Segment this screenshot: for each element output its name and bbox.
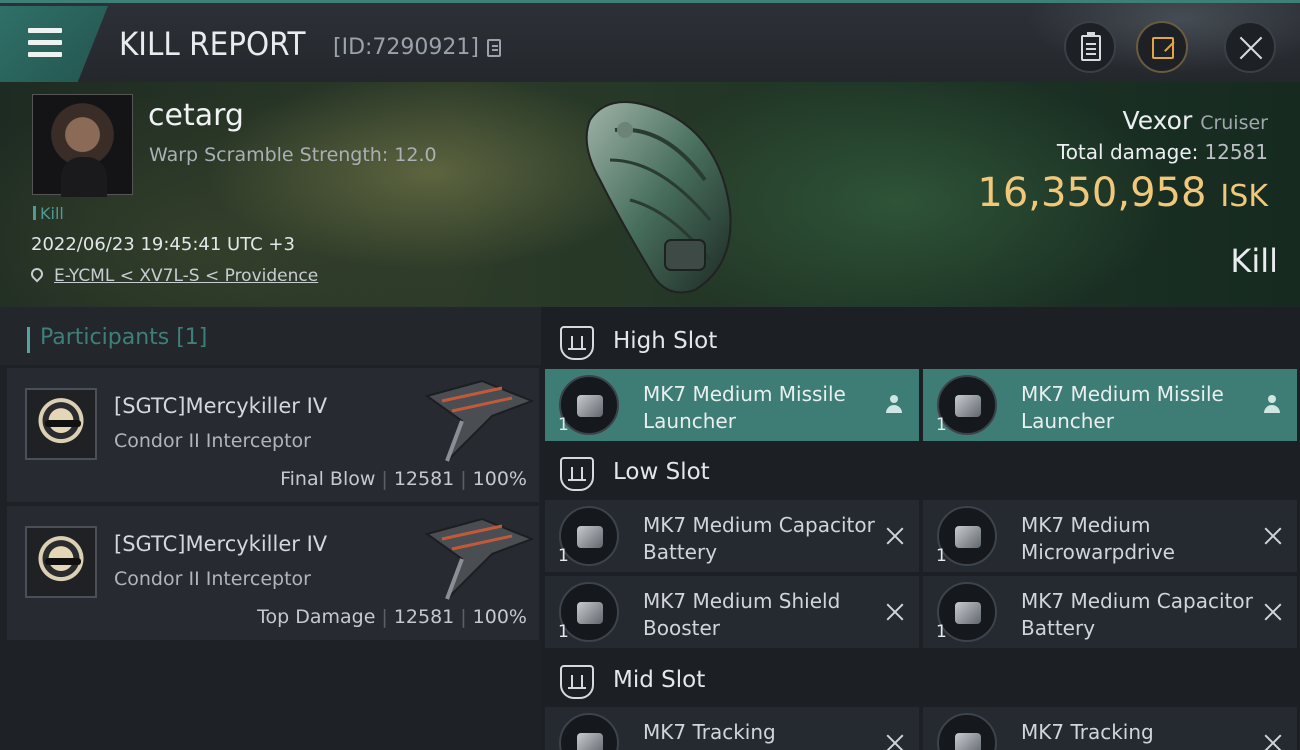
participant-avatar[interactable] xyxy=(25,526,97,598)
participant-name: [SGTC]Mercykiller IV xyxy=(114,394,328,418)
tracking-computer-icon xyxy=(937,713,997,750)
header-bar: KILL REPORT [ID:7290921] xyxy=(0,0,1300,83)
participant-damage: 12581 xyxy=(393,606,455,628)
module-name: MK7 Medium Capacitor Battery xyxy=(643,513,875,564)
participant-ship-image[interactable] xyxy=(422,514,537,604)
victim-banner: cetarg Warp Scramble Strength: 12.0 Kill… xyxy=(0,82,1300,307)
module-quantity: 1 xyxy=(936,622,947,642)
module-name: MK7 Medium Microwarpdrive xyxy=(1021,513,1175,564)
high-slot-header: High Slot xyxy=(541,310,1300,372)
total-damage-label: Total damage: xyxy=(1056,140,1199,164)
mid-slot-icon xyxy=(560,665,594,699)
participants-panel: Participants [1] [SGTC]Mercykiller IV Co… xyxy=(0,307,541,750)
close-icon xyxy=(1238,35,1264,61)
victim-name[interactable]: cetarg xyxy=(148,98,244,133)
destroyed-x-icon xyxy=(885,733,905,750)
high-slot-module[interactable]: 1 MK7 Medium Missile Launcher xyxy=(545,369,919,441)
module-quantity: 1 xyxy=(558,546,569,566)
isk-unit: ISK xyxy=(1220,179,1268,214)
clipboard-button[interactable] xyxy=(1064,21,1116,73)
module-name: MK7 Tracking xyxy=(643,720,776,744)
kill-tag: Kill xyxy=(33,204,64,223)
mid-slot-module[interactable]: 1 MK7 Tracking xyxy=(545,707,919,750)
mid-slot-title: Mid Slot xyxy=(613,667,706,693)
participants-title: Participants [1] xyxy=(40,325,208,350)
module-name: MK7 Tracking xyxy=(1021,720,1154,744)
victim-ship-image[interactable] xyxy=(570,90,740,295)
page-title: KILL REPORT xyxy=(119,25,306,63)
victim-portrait[interactable] xyxy=(32,94,133,197)
destroyed-x-icon xyxy=(1263,602,1283,622)
share-button[interactable] xyxy=(1136,21,1188,73)
hamburger-icon xyxy=(28,28,62,64)
copy-icon[interactable] xyxy=(487,39,501,57)
pilot-icon xyxy=(1263,395,1281,415)
destroyed-x-icon xyxy=(885,602,905,622)
participant-ship: Condor II Interceptor xyxy=(114,430,311,452)
participant-card[interactable]: [SGTC]Mercykiller IV Condor II Intercept… xyxy=(7,368,539,502)
low-slot-header: Low Slot xyxy=(541,441,1300,503)
participants-accent-bar xyxy=(27,327,30,353)
module-quantity: 1 xyxy=(558,622,569,642)
high-slot-title: High Slot xyxy=(613,328,718,354)
module-name: MK7 Medium Shield Booster xyxy=(643,589,841,640)
isk-value: 16,350,958 ISK xyxy=(977,170,1268,216)
tracking-computer-icon xyxy=(559,713,619,750)
low-slot-module[interactable]: 1 MK7 Medium Capacitor Battery xyxy=(545,500,919,572)
participant-ship: Condor II Interceptor xyxy=(114,568,311,590)
participant-name: [SGTC]Mercykiller IV xyxy=(114,532,328,556)
participant-ship-image[interactable] xyxy=(422,376,537,466)
low-slot-icon xyxy=(560,457,594,491)
isk-amount: 16,350,958 xyxy=(977,170,1207,216)
share-icon xyxy=(1152,37,1174,59)
participant-card[interactable]: [SGTC]Mercykiller IV Condor II Intercept… xyxy=(7,506,539,640)
fitting-panel: High Slot 1 MK7 Medium Missile Launcher … xyxy=(541,307,1300,750)
participant-damage: 12581 xyxy=(393,468,455,490)
module-quantity: 1 xyxy=(558,415,569,435)
participant-stats: Top Damage | 12581 | 100% xyxy=(257,606,527,628)
kill-result-label: Kill xyxy=(1230,242,1278,280)
module-quantity: 1 xyxy=(936,415,947,435)
report-id: [ID:7290921] xyxy=(333,35,479,60)
destroyed-x-icon xyxy=(1263,733,1283,750)
participant-avatar[interactable] xyxy=(25,388,97,460)
participant-percent: 100% xyxy=(472,468,527,490)
ship-name: Vexor xyxy=(1122,106,1193,135)
module-name: MK7 Medium Missile Launcher xyxy=(1021,382,1224,433)
total-damage: Total damage: 12581 xyxy=(1057,140,1268,164)
ship-class: Cruiser xyxy=(1200,112,1268,134)
menu-button[interactable] xyxy=(0,6,108,82)
low-slot-module[interactable]: 1 MK7 Medium Capacitor Battery xyxy=(923,576,1297,648)
kill-datetime: 2022/06/23 19:45:41 UTC +3 xyxy=(31,234,295,255)
total-damage-value: 12581 xyxy=(1204,140,1268,164)
participant-role: Final Blow xyxy=(280,468,376,490)
low-slot-title: Low Slot xyxy=(613,459,710,485)
module-quantity: 1 xyxy=(936,546,947,566)
pilot-icon xyxy=(885,395,903,415)
high-slot-icon xyxy=(560,326,594,360)
warp-scramble-strength: Warp Scramble Strength: 12.0 xyxy=(149,144,437,166)
low-slot-module[interactable]: 1 MK7 Medium Microwarpdrive xyxy=(923,500,1297,572)
kill-location-link[interactable]: E-YCML < XV7L-S < Providence xyxy=(54,266,318,286)
participants-header: Participants [1] xyxy=(0,307,541,365)
module-name: MK7 Medium Capacitor Battery xyxy=(1021,589,1253,640)
participant-stats: Final Blow | 12581 | 100% xyxy=(280,468,527,490)
participant-role: Top Damage xyxy=(257,606,376,628)
participant-percent: 100% xyxy=(472,606,527,628)
location-pin-icon xyxy=(28,265,46,283)
clipboard-icon xyxy=(1081,32,1101,61)
close-button[interactable] xyxy=(1224,21,1276,73)
destroyed-x-icon xyxy=(1263,526,1283,546)
high-slot-module[interactable]: 1 MK7 Medium Missile Launcher xyxy=(923,369,1297,441)
victim-ship-type[interactable]: Vexor Cruiser xyxy=(1123,106,1268,135)
destroyed-x-icon xyxy=(885,526,905,546)
mid-slot-module[interactable]: 1 MK7 Tracking xyxy=(923,707,1297,750)
mid-slot-header: Mid Slot xyxy=(541,649,1300,711)
module-name: MK7 Medium Missile Launcher xyxy=(643,382,846,433)
low-slot-module[interactable]: 1 MK7 Medium Shield Booster xyxy=(545,576,919,648)
